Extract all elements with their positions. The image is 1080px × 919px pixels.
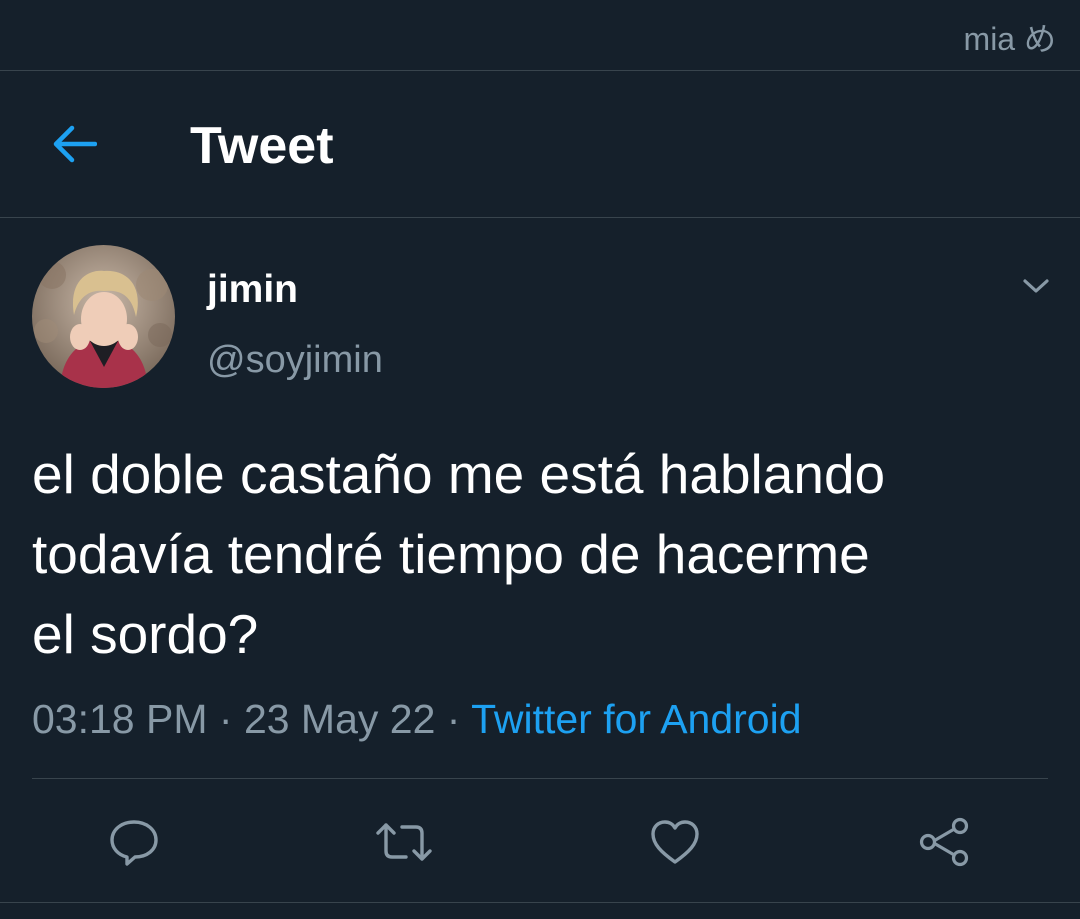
meta-separator: · [207,696,244,742]
retweet-button[interactable] [374,812,434,872]
avatar[interactable] [32,245,175,388]
page-title: Tweet [190,117,334,175]
app-header: Tweet [0,70,1080,218]
reply-button[interactable] [104,812,164,872]
like-button[interactable] [645,812,705,872]
tweet-meta: 03:18 PM · 23 May 22 · Twitter for Andro… [32,692,802,746]
chevron-down-icon [1023,279,1049,293]
author-name[interactable]: jimin [207,266,298,314]
reply-icon [110,820,158,866]
tweet-detail-screen: mia め Tweet jimin @soyjimin el doble cas… [0,0,1080,919]
divider [0,902,1080,903]
share-icon [919,817,969,867]
divider [32,778,1048,779]
tweet-menu-button[interactable] [1014,268,1058,304]
meta-separator: · [435,696,472,742]
back-button[interactable] [42,114,106,174]
retweet-icon [376,823,432,861]
profile-photo [32,245,175,388]
author-handle[interactable]: @soyjimin [207,336,383,384]
status-bar: mia め [0,0,1080,71]
tweet-source-link[interactable]: Twitter for Android [471,696,801,742]
tweet-time: 03:18 PM [32,696,208,742]
tweet-text: el doble castaño me está hablando todaví… [32,443,886,665]
like-icon [651,820,699,864]
share-button[interactable] [914,812,974,872]
arrow-left-icon [53,125,97,163]
watermark-text: mia め [963,21,1056,57]
tweet-date: 23 May 22 [243,696,436,742]
